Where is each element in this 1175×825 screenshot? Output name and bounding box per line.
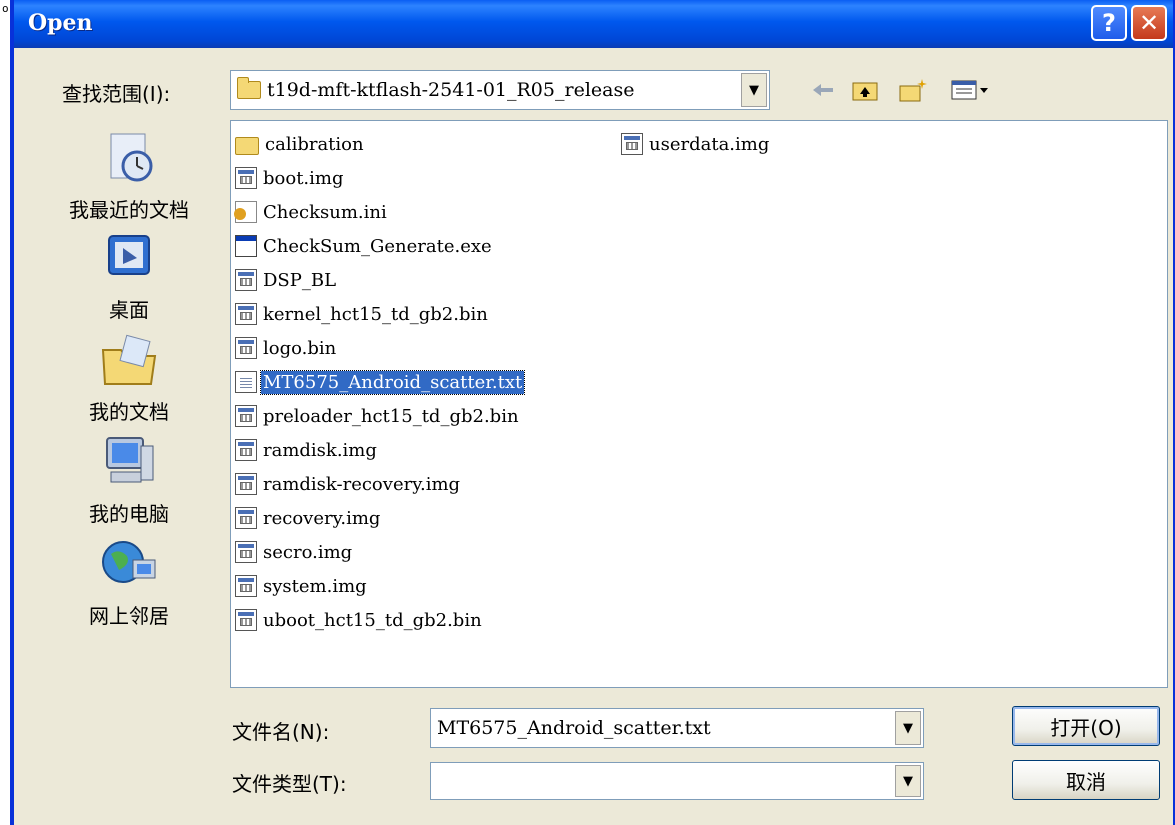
filename-label: 文件名(N): (232, 720, 330, 744)
network-places-icon (102, 541, 156, 583)
filename-combo[interactable]: MT6575_Android_scatter.txt ▼ (430, 708, 924, 748)
image-file-icon (235, 269, 257, 291)
list-item-selected[interactable]: MT6575_Android_scatter.txt (235, 367, 526, 397)
window-title: Open (28, 10, 93, 36)
close-icon: ✕ (1138, 9, 1160, 37)
place-my-documents[interactable]: 我的文档 (44, 330, 214, 425)
cancel-button[interactable]: 取消 (1012, 760, 1160, 800)
list-item[interactable]: boot.img (235, 163, 346, 193)
up-folder-icon (852, 82, 878, 101)
desktop-icon (108, 235, 150, 275)
file-list[interactable]: calibration boot.img Checksum.ini CheckS… (230, 120, 1168, 688)
text-file-icon (235, 371, 257, 393)
image-file-icon (235, 439, 257, 461)
image-file-icon (235, 337, 257, 359)
chevron-down-icon: ▼ (903, 720, 913, 736)
filetype-combo[interactable]: ▼ (430, 762, 924, 800)
list-item[interactable]: calibration (235, 129, 366, 159)
lookin-dropdown-button[interactable]: ▼ (741, 73, 767, 107)
filename-dropdown-button[interactable]: ▼ (895, 711, 921, 745)
filetype-dropdown-button[interactable]: ▼ (895, 765, 921, 797)
image-file-icon (621, 133, 643, 155)
views-menu-icon (951, 80, 988, 100)
new-folder-icon (899, 79, 927, 102)
back-button[interactable] (808, 76, 838, 104)
list-item[interactable]: uboot_hct15_td_gb2.bin (235, 605, 484, 635)
list-item[interactable]: DSP_BL (235, 265, 338, 295)
place-label: 我的文档 (89, 400, 169, 424)
place-recent-documents[interactable]: 我最近的文档 (44, 128, 214, 223)
image-file-icon (235, 405, 257, 427)
recent-documents-icon (110, 133, 153, 182)
place-network-places[interactable]: 网上邻居 (44, 534, 214, 629)
help-icon: ? (1102, 9, 1116, 37)
my-documents-icon (101, 334, 157, 385)
new-folder-button[interactable] (898, 76, 928, 104)
title-bar[interactable]: Open ? ✕ (14, 0, 1173, 48)
place-label: 我的电脑 (89, 502, 169, 526)
list-item[interactable]: ramdisk.img (235, 435, 379, 465)
place-my-computer[interactable]: 我的电脑 (44, 432, 214, 527)
executable-icon (235, 235, 257, 257)
place-desktop[interactable]: 桌面 (44, 228, 214, 323)
image-file-icon (235, 575, 257, 597)
up-folder-button[interactable] (850, 76, 880, 104)
lookin-value: t19d-mft-ktflash-2541-01_R05_release (267, 79, 635, 101)
help-button[interactable]: ? (1091, 5, 1127, 41)
list-item[interactable]: recovery.img (235, 503, 382, 533)
open-button[interactable]: 打开(O) (1012, 706, 1160, 746)
list-item[interactable]: Checksum.ini (234, 197, 389, 227)
list-item[interactable]: secro.img (235, 537, 354, 567)
open-dialog: Open ? ✕ 查找范围(I): t19d-mft-ktflash-2541-… (10, 0, 1175, 825)
list-item[interactable]: preloader_hct15_td_gb2.bin (235, 401, 521, 431)
my-computer-icon (106, 437, 154, 483)
image-file-icon (235, 303, 257, 325)
list-item[interactable]: kernel_hct15_td_gb2.bin (235, 299, 490, 329)
place-label: 桌面 (109, 298, 149, 322)
list-item[interactable]: userdata.img (621, 129, 771, 159)
list-item[interactable]: CheckSum_Generate.exe (235, 231, 494, 261)
image-file-icon (235, 167, 257, 189)
chevron-down-icon: ▼ (903, 773, 913, 789)
image-file-icon (235, 507, 257, 529)
place-label: 我最近的文档 (69, 198, 189, 222)
lookin-combo[interactable]: t19d-mft-ktflash-2541-01_R05_release ▼ (230, 70, 770, 110)
image-file-icon (235, 609, 257, 631)
settings-file-icon (234, 201, 257, 223)
folder-icon (235, 137, 259, 155)
list-item[interactable]: system.img (235, 571, 369, 601)
close-button[interactable]: ✕ (1131, 5, 1167, 41)
views-menu-button[interactable] (948, 76, 992, 104)
filetype-label: 文件类型(T): (232, 772, 347, 796)
lookin-label: 查找范围(I): (62, 82, 171, 106)
list-item[interactable]: logo.bin (235, 333, 338, 363)
place-label: 网上邻居 (89, 604, 169, 628)
image-file-icon (235, 473, 257, 495)
filename-input[interactable]: MT6575_Android_scatter.txt (437, 717, 711, 739)
folder-icon (237, 77, 261, 99)
list-item[interactable]: ramdisk-recovery.img (235, 469, 462, 499)
back-icon (813, 84, 833, 96)
image-file-icon (235, 541, 257, 563)
chevron-down-icon: ▼ (749, 82, 759, 98)
